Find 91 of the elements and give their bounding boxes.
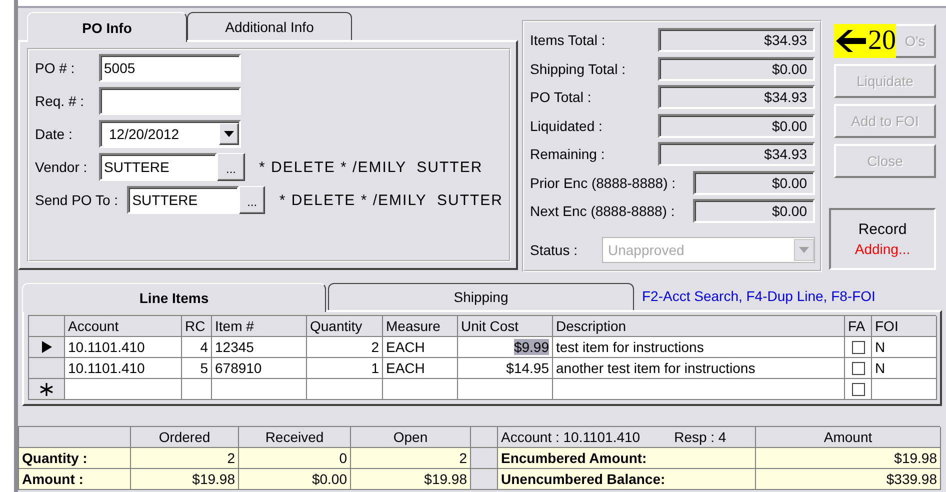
total-label: Liquidated :: [530, 118, 602, 134]
checkbox[interactable]: [852, 341, 864, 354]
total-label: PO Total :: [530, 89, 592, 106]
total-value: $34.93: [658, 142, 815, 166]
input-field[interactable]: [99, 87, 241, 115]
column-header[interactable]: Quantity: [307, 316, 383, 337]
table-cell: 2: [307, 337, 383, 358]
table-cell: 0: [239, 448, 351, 469]
column-header[interactable]: RC: [182, 316, 212, 337]
table-cell: 10.1101.410: [65, 337, 182, 358]
tab[interactable]: Additional Info: [187, 12, 352, 40]
row-label: Unencumbered Balance:: [498, 469, 756, 490]
input-field[interactable]: 5005: [99, 54, 241, 82]
field-label: PO # :: [35, 60, 76, 76]
table-cell: 678910: [212, 358, 307, 379]
tab[interactable]: PO Info: [27, 12, 187, 42]
input-field[interactable]: SUTTERE: [127, 186, 239, 214]
table-cell: $339.98: [756, 469, 941, 490]
column-header[interactable]: FA: [845, 316, 872, 337]
table-cell: EACH: [383, 358, 458, 379]
total-label: Shipping Total :: [530, 60, 626, 77]
tab[interactable]: Line Items: [22, 283, 326, 312]
table-cell: 4: [182, 337, 212, 358]
table-cell: $19.98: [351, 469, 471, 490]
total-value: $0.00: [658, 114, 815, 138]
column-header: Ordered: [131, 427, 239, 448]
column-header[interactable]: Measure: [383, 316, 458, 337]
total-value: $34.93: [658, 28, 815, 52]
tab[interactable]: Shipping: [328, 283, 634, 310]
callout-number: 20: [868, 27, 896, 55]
column-header: Amount: [756, 427, 941, 448]
row-label: Amount :: [19, 469, 131, 490]
total-label: Remaining :: [530, 146, 605, 162]
table-cell: $9.99: [458, 337, 553, 358]
table-cell: $19.98: [131, 469, 239, 490]
record-title: Record: [858, 221, 907, 238]
total-label: Items Total :: [530, 32, 606, 48]
total-value: $0.00: [658, 56, 815, 81]
browse-button[interactable]: ...: [217, 153, 245, 181]
field-label: Date :: [35, 126, 74, 142]
checkbox[interactable]: [852, 383, 864, 396]
caret-icon: [224, 131, 234, 137]
field-label: Send PO To :: [35, 192, 120, 208]
record-state: Adding...: [854, 241, 910, 257]
status-label: Status :: [530, 242, 578, 258]
column-header: Received: [239, 427, 351, 448]
table-cell: $19.98: [756, 448, 941, 469]
table-cell: 10.1101.410: [65, 358, 182, 379]
left-arrow-icon: [836, 30, 866, 52]
date-dropdown[interactable]: 12/20/2012: [99, 120, 241, 148]
column-header[interactable]: Account: [65, 316, 182, 337]
table-cell: 2: [351, 448, 471, 469]
new-row-icon: [40, 382, 53, 396]
caret-icon: [799, 246, 809, 252]
input-field[interactable]: SUTTERE: [99, 153, 217, 181]
table-cell: N: [872, 337, 937, 358]
field-label: Vendor :: [35, 159, 88, 175]
total-value: $34.93: [658, 85, 815, 110]
browse-button[interactable]: ...: [238, 186, 266, 214]
shortcut-hint: F2-Acct Search, F4-Dup Line, F8-FOI: [642, 288, 876, 304]
account-label: Account : 10.1101.410: [501, 429, 640, 447]
table-cell: test item for instructions: [553, 337, 845, 358]
vendor-name: * DELETE * /EMILY SUTTER: [279, 192, 503, 208]
row-label: Quantity :: [19, 448, 131, 469]
row-selector[interactable]: [29, 379, 65, 400]
resp-label: Resp : 4: [674, 429, 726, 447]
current-row-icon: [42, 341, 52, 353]
table-cell: 12345: [212, 337, 307, 358]
spacer-cell: [471, 448, 498, 469]
total-value: $0.00: [693, 170, 815, 195]
table-cell: 5: [182, 358, 212, 379]
table-cell: 2: [131, 448, 239, 469]
table-cell: $14.95: [458, 358, 553, 379]
table-cell: N: [872, 358, 937, 379]
table-cell: EACH: [383, 337, 458, 358]
column-header[interactable]: FOI: [872, 316, 937, 337]
table-cell: another test item for instructions: [553, 358, 845, 379]
column-header: Open: [351, 427, 471, 448]
checkbox[interactable]: [852, 362, 864, 375]
column-header[interactable]: Item #: [212, 316, 307, 337]
table-cell: 1: [307, 358, 383, 379]
row-selector[interactable]: [29, 337, 65, 358]
total-label: Prior Enc (8888-8888) :: [530, 174, 676, 191]
table-cell: $0.00: [239, 469, 351, 490]
row-label: Encumbered Amount:: [498, 448, 756, 469]
column-header[interactable]: Description: [553, 316, 845, 337]
column-header[interactable]: Unit Cost: [458, 316, 553, 337]
total-label: Next Enc (8888-8888) :: [530, 203, 675, 220]
total-value: $0.00: [693, 199, 815, 224]
vendor-name: * DELETE * /EMILY SUTTER: [259, 158, 483, 176]
field-label: Req. # :: [35, 93, 86, 109]
